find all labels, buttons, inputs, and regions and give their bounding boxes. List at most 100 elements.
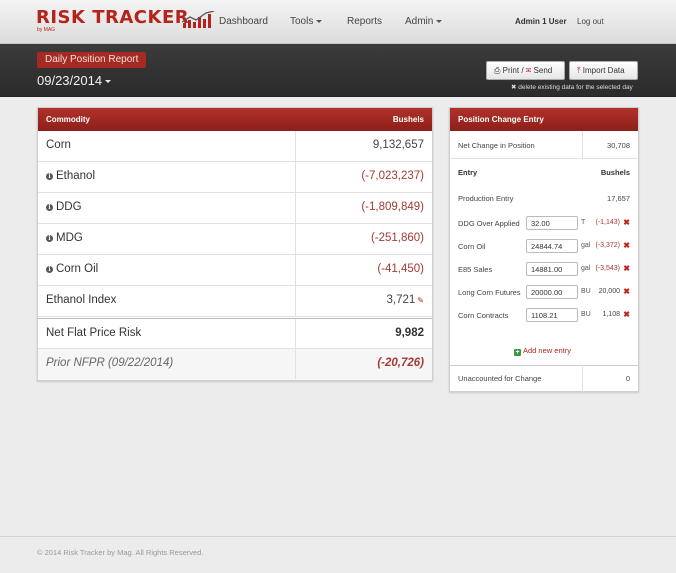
production-label: Production Entry (458, 194, 514, 203)
entry-label: Corn Oil (458, 242, 486, 251)
entry-change: (-1,143) (595, 219, 620, 226)
nfpr-value: 9,982 (395, 327, 424, 339)
commodity-value: (-1,809,849) (361, 201, 424, 213)
entry-amount-input[interactable] (526, 216, 578, 230)
commodity-value-wrap: 3,721 ✎ (387, 294, 424, 306)
nfpr-label: Net Flat Price Risk (46, 327, 142, 339)
column-entry: Entry (458, 168, 478, 177)
nav-dashboard[interactable]: Dashboard (219, 16, 268, 27)
send-label: Send (533, 66, 553, 75)
remove-icon[interactable]: ✖ (623, 241, 630, 250)
entry-row: Corn Oil gal (-3,372) ✖ (450, 239, 638, 255)
entry-row: DDG Over Applied T (-1,143) ✖ (450, 216, 638, 232)
nav-tools[interactable]: Tools (290, 16, 323, 27)
entry-unit: BU (581, 311, 591, 318)
entry-label: Long Corn Futures (458, 288, 521, 297)
entry-amount-input[interactable] (526, 239, 578, 253)
remove-icon[interactable]: ✖ (623, 218, 630, 227)
date-selector[interactable]: 09/23/2014 (37, 73, 112, 88)
net-flat-price-risk-row: Net Flat Price Risk 9,982 (38, 318, 432, 349)
commodity-value: (-7,023,237) (361, 170, 424, 182)
table-row: i Corn Oil (-41,450) (38, 255, 432, 286)
print-send-button[interactable]: ⎙ Print / ✉ Send (486, 61, 565, 80)
entry-amount-input[interactable] (526, 262, 578, 276)
entry-change: 1,108 (602, 311, 620, 318)
import-label: Import Data (582, 66, 625, 75)
report-title: Daily Position Report (37, 52, 147, 68)
prior-nfpr-row: Prior NFPR (09/22/2014) (-20,726) (38, 349, 432, 380)
brand-name: RISK TRACKER (36, 7, 190, 28)
entry-amount-input[interactable] (526, 308, 578, 322)
chevron-down-icon (436, 19, 443, 23)
entry-amount-input[interactable] (526, 285, 578, 299)
upload-icon: ⤒ (577, 66, 581, 75)
table-header: Commodity Bushels (38, 108, 432, 131)
panel-title: Position Change Entry (458, 115, 544, 124)
entry-label: E85 Sales (458, 265, 493, 274)
chart-logo-icon (182, 11, 215, 28)
entry-row: E85 Sales gal (-3,543) ✖ (450, 262, 638, 278)
footer-divider (0, 536, 676, 537)
table-row: Ethanol Index 3,721 ✎ (38, 286, 432, 317)
commodity-value: (-41,450) (377, 263, 424, 275)
chevron-down-icon (105, 80, 112, 84)
commodity-name: Ethanol Index (46, 294, 117, 306)
logout-link[interactable]: Log out (577, 17, 604, 26)
entry-label: Corn Contracts (458, 311, 509, 320)
production-value: 17,657 (607, 194, 630, 203)
footer-copyright: © 2014 Risk Tracker by Mag. All Rights R… (37, 548, 204, 557)
add-entry-label: Add new entry (523, 346, 571, 355)
info-icon[interactable]: i (46, 204, 53, 211)
column-bushels: Bushels (600, 168, 630, 177)
top-navbar: RISK TRACKER by MAG Dashboard Tools Repo… (0, 0, 676, 44)
unaccounted-label: Unaccounted for Change (458, 374, 542, 383)
entry-label: DDG Over Applied (458, 219, 520, 228)
info-icon[interactable]: i (46, 173, 53, 180)
brand-logo[interactable]: RISK TRACKER by MAG (36, 7, 215, 33)
entry-unit: T (581, 219, 586, 226)
delete-note-label: delete existing data for the selected da… (518, 84, 633, 91)
position-change-panel: Position Change Entry Net Change in Posi… (449, 107, 639, 392)
date-value: 09/23/2014 (37, 73, 103, 88)
entry-unit: gal (581, 242, 591, 249)
report-header: Daily Position Report 09/23/2014 ⎙ Print… (0, 44, 676, 97)
commodity-name: Ethanol (56, 170, 96, 182)
entry-row: Corn Contracts BU 1,108 ✖ (450, 308, 638, 324)
net-change-value: 30,708 (607, 141, 630, 150)
commodity-name-wrap: i MDG (46, 232, 83, 244)
column-commodity: Commodity (46, 115, 90, 124)
nav-admin-label: Admin (405, 16, 434, 27)
nav-tools-label: Tools (290, 16, 314, 27)
chevron-down-icon (316, 19, 323, 23)
nav-admin[interactable]: Admin (405, 16, 443, 27)
nav-reports[interactable]: Reports (347, 16, 382, 27)
commodity-name-wrap: i Corn Oil (46, 263, 98, 275)
commodity-value: 9,132,657 (372, 139, 424, 151)
table-row: Corn 9,132,657 (38, 131, 432, 162)
prior-nfpr-label: Prior NFPR (09/22/2014) (46, 357, 174, 369)
import-data-button[interactable]: ⤒ Import Data (569, 61, 638, 80)
entry-change: 20,000 (598, 288, 620, 295)
commodity-name: Corn Oil (56, 263, 99, 275)
table-row: i Ethanol (-7,023,237) (38, 162, 432, 193)
entry-unit: gal (581, 265, 591, 272)
remove-icon[interactable]: ✖ (623, 310, 630, 319)
table-row: i DDG (-1,809,849) (38, 193, 432, 224)
edit-icon[interactable]: ✎ (417, 296, 424, 305)
commodity-value: 3,721 (386, 294, 416, 306)
remove-icon[interactable]: ✖ (623, 264, 630, 273)
print-label: Print / (502, 66, 524, 75)
add-new-entry-link[interactable]: + Add new entry (514, 346, 571, 356)
commodity-name: Corn (46, 139, 71, 151)
plus-icon: + (514, 349, 521, 356)
remove-icon[interactable]: ✖ (623, 287, 630, 296)
entry-change: (-3,372) (595, 242, 620, 249)
entry-change: (-3,543) (595, 265, 620, 272)
info-icon[interactable]: i (46, 266, 53, 273)
entry-unit: BU (581, 288, 591, 295)
info-icon[interactable]: i (46, 235, 53, 242)
user-name: Admin 1 User (515, 17, 567, 26)
close-icon: ✖ (511, 84, 517, 91)
unaccounted-value: 0 (625, 374, 630, 383)
delete-existing-link[interactable]: ✖ delete existing data for the selected … (511, 83, 633, 91)
